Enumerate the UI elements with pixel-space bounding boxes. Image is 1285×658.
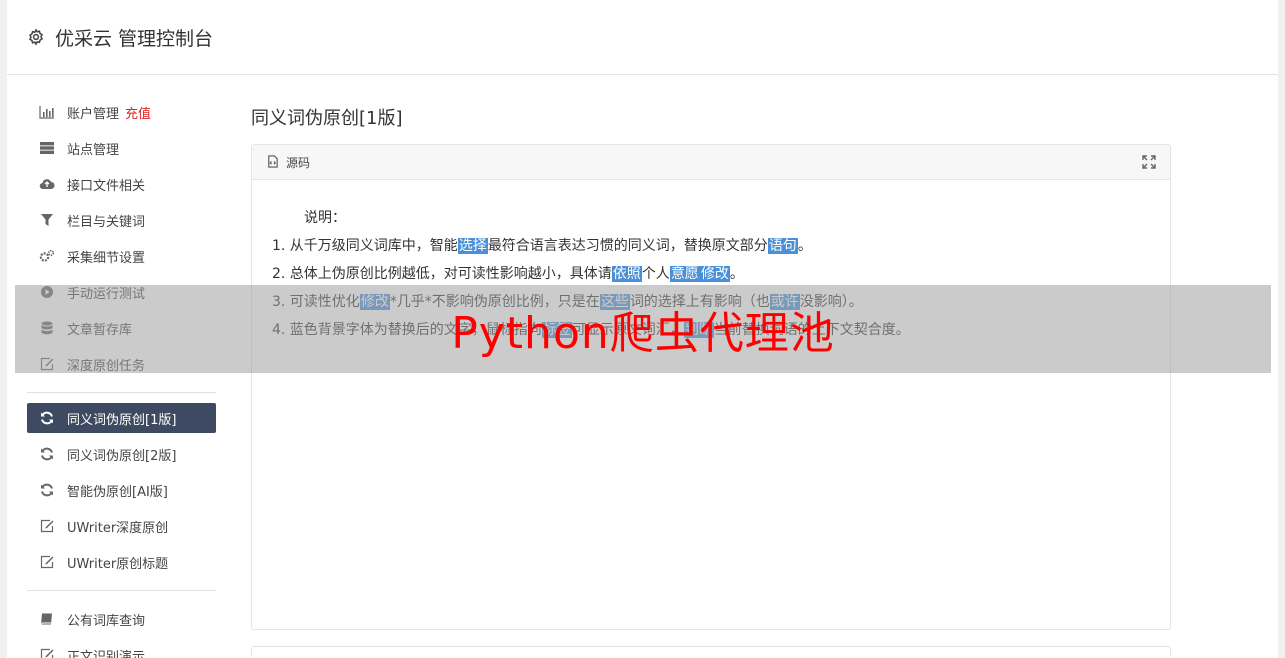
sidebar-divider bbox=[27, 590, 216, 591]
replaced-word[interactable]: 依照 bbox=[611, 266, 642, 282]
sidebar-item-label: 智能伪原创[AI版] bbox=[67, 484, 168, 500]
page-title: 同义词伪原创[1版] bbox=[251, 108, 403, 129]
sidebar-item-label: 采集细节设置 bbox=[67, 250, 146, 266]
panel-title: 源码 bbox=[286, 155, 311, 170]
replaced-word[interactable]: 意愿 bbox=[669, 266, 700, 282]
sidebar-item[interactable]: UWriter原创标题 bbox=[27, 544, 216, 580]
sidebar-item[interactable]: 公有词库查询 bbox=[27, 601, 216, 637]
sidebar-item[interactable]: 采集细节设置 bbox=[27, 238, 216, 274]
cogs-icon bbox=[38, 249, 56, 263]
sidebar-item-label: UWriter原创标题 bbox=[67, 556, 169, 572]
watermark-text: Python爬虫代理池 bbox=[451, 308, 835, 359]
replaced-word[interactable]: 选择 bbox=[457, 238, 488, 254]
sidebar-item[interactable]: 栏目与关键词 bbox=[27, 202, 216, 238]
edit-icon bbox=[38, 555, 56, 569]
text-segment: 2. 总体上伪原创比例越低，对可读性影响越小，具体请 bbox=[272, 266, 612, 282]
sidebar-item[interactable]: 账户管理 充值 bbox=[27, 94, 216, 130]
text-segment: 个人 bbox=[641, 266, 670, 282]
app-title: 优采云 管理控制台 bbox=[55, 27, 214, 50]
sidebar-item-label: 正文识别演示 bbox=[67, 649, 146, 658]
sidebar-item-label: 站点管理 bbox=[67, 142, 120, 158]
sidebar-item-label: UWriter深度原创 bbox=[67, 520, 169, 536]
watermark-banner: Python爬虫代理池 bbox=[15, 285, 1271, 373]
sidebar-item-label: 公有词库查询 bbox=[67, 613, 146, 629]
text-segment: 最符合语言表达习惯的同义词，替换原文部分 bbox=[487, 238, 768, 254]
panel-header: 源码 bbox=[252, 145, 1170, 180]
source-panel: 源码 说明： 1. 从千万级同义词库中，智能选择最符合语言表达习惯的同义词，替换… bbox=[251, 144, 1171, 630]
refresh-icon bbox=[38, 483, 56, 497]
sidebar-item[interactable]: 站点管理 bbox=[27, 130, 216, 166]
server-icon bbox=[38, 141, 56, 155]
edit-icon bbox=[38, 648, 56, 658]
recharge-link[interactable]: 充值 bbox=[125, 103, 151, 122]
edit-icon bbox=[38, 519, 56, 533]
refresh-icon bbox=[38, 411, 56, 425]
sidebar-item-label: 账户管理 bbox=[67, 106, 120, 122]
sidebar-divider bbox=[27, 392, 216, 393]
header: 优采云 管理控制台 bbox=[7, 0, 1278, 75]
code-file-icon bbox=[266, 155, 280, 169]
cloud-upload-icon bbox=[38, 177, 56, 191]
fullscreen-icon[interactable] bbox=[1142, 155, 1156, 169]
book-icon bbox=[38, 612, 56, 626]
sidebar-item[interactable]: 同义词伪原创[1版] bbox=[27, 403, 216, 433]
bar-chart-icon bbox=[38, 105, 56, 119]
gear-icon bbox=[27, 28, 45, 46]
instruction-line: 2. 总体上伪原创比例越低，对可读性影响越小，具体请依照个人意愿 修改。 bbox=[272, 260, 1150, 288]
sidebar-item[interactable]: 智能伪原创[AI版] bbox=[27, 472, 216, 508]
sidebar-item-label: 同义词伪原创[1版] bbox=[67, 412, 177, 428]
sidebar-item-label: 同义词伪原创[2版] bbox=[67, 448, 177, 464]
instruction-line: 1. 从千万级同义词库中，智能选择最符合语言表达习惯的同义词，替换原文部分语句。 bbox=[272, 232, 1150, 260]
main-content: 同义词伪原创[1版] 源码 说明： 1. 从千万级同义词库中，智能选择最符合语言… bbox=[251, 94, 1171, 656]
text-segment: 1. 从千万级同义词库中，智能 bbox=[272, 238, 458, 254]
sidebar-item[interactable]: 接口文件相关 bbox=[27, 166, 216, 202]
next-panel bbox=[251, 646, 1171, 656]
sidebar: 账户管理充值站点管理接口文件相关栏目与关键词采集细节设置手动运行测试文章暂存库深… bbox=[27, 94, 216, 658]
replaced-word[interactable]: 语句 bbox=[767, 238, 798, 254]
text-segment: 。 bbox=[797, 238, 812, 254]
intro-label: 说明： bbox=[304, 210, 346, 226]
refresh-icon bbox=[38, 447, 56, 461]
sidebar-item[interactable]: 正文识别演示 bbox=[27, 637, 216, 658]
text-segment: 。 bbox=[729, 266, 744, 282]
filter-icon bbox=[38, 213, 56, 227]
sidebar-item[interactable]: 同义词伪原创[2版] bbox=[27, 436, 216, 472]
sidebar-item-label: 栏目与关键词 bbox=[67, 214, 146, 230]
sidebar-item-label: 接口文件相关 bbox=[67, 178, 146, 194]
replaced-word[interactable]: 修改 bbox=[699, 266, 730, 282]
sidebar-item[interactable]: UWriter深度原创 bbox=[27, 508, 216, 544]
